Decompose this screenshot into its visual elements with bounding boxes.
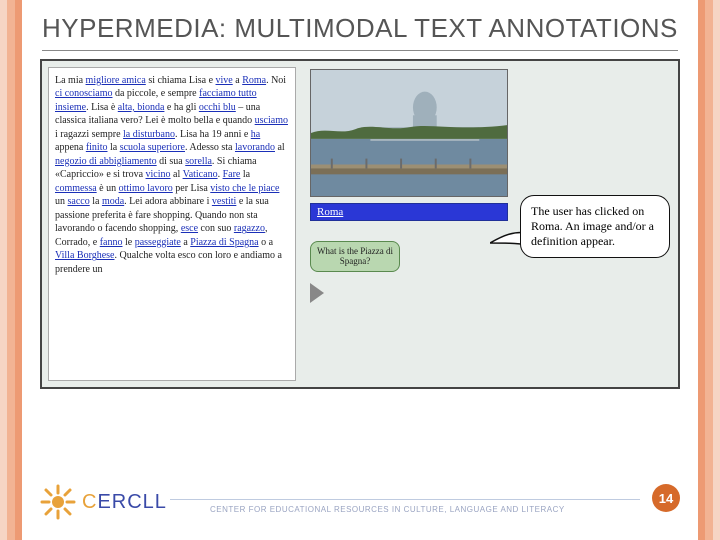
footer-divider	[170, 499, 640, 500]
footer-org-text: CENTER FOR EDUCATIONAL RESOURCES IN CULT…	[210, 505, 565, 514]
glossed-term[interactable]: esce	[181, 223, 198, 234]
glossed-term[interactable]: sorella	[185, 156, 212, 167]
logo-text: CERCLL	[82, 491, 167, 514]
slide-title: HYPERMEDIA: MULTIMODAL TEXT ANNOTATIONS	[22, 0, 698, 48]
content-panel: La mia migliore amica si chiama Lisa e v…	[40, 59, 680, 389]
decorative-stripes-right	[698, 0, 720, 540]
glossed-term[interactable]: ottimo lavoro	[119, 183, 173, 194]
annotation-label-bar[interactable]: Roma	[310, 203, 508, 221]
glossed-term[interactable]: moda	[102, 196, 124, 207]
glossed-term[interactable]: vicino	[146, 169, 171, 180]
glossed-term[interactable]: Vaticano	[183, 169, 218, 180]
glossed-term[interactable]: usciamo	[255, 115, 288, 126]
glossed-term[interactable]: Fare	[223, 169, 241, 180]
passage-text: La mia migliore amica si chiama Lisa e v…	[48, 67, 296, 381]
glossed-term[interactable]: ha	[251, 129, 260, 140]
glossed-term[interactable]: scuola superiore	[120, 142, 185, 153]
glossed-term[interactable]: occhi blu	[199, 102, 236, 113]
glossed-term[interactable]: ragazzo	[234, 223, 265, 234]
glossed-term[interactable]: la disturbano	[123, 129, 175, 140]
glossed-term[interactable]: migliore amica	[86, 75, 146, 86]
sun-icon	[40, 484, 76, 520]
glossed-term[interactable]: Roma	[242, 75, 266, 86]
glossed-term[interactable]: Piazza di Spagna	[190, 237, 258, 248]
play-arrow-icon[interactable]	[310, 283, 324, 303]
glossed-term[interactable]: vive	[216, 75, 233, 86]
slide: HYPERMEDIA: MULTIMODAL TEXT ANNOTATIONS …	[0, 0, 720, 540]
quiz-button[interactable]: What is the Piazza di Spagna?	[310, 241, 400, 272]
decorative-stripes-left	[0, 0, 22, 540]
glossed-term[interactable]: commessa	[55, 183, 97, 194]
glossed-term[interactable]: negozio di abbigliamento	[55, 156, 157, 167]
annotation-image	[310, 69, 508, 197]
glossed-term[interactable]: alta, bionda	[118, 102, 165, 113]
glossed-term[interactable]: passeggiate	[135, 237, 181, 248]
explanation-callout: The user has clicked on Roma. An image a…	[520, 195, 670, 258]
glossed-term[interactable]: fanno	[100, 237, 123, 248]
logo: CERCLL	[40, 484, 167, 520]
footer: CERCLL CENTER FOR EDUCATIONAL RESOURCES …	[40, 470, 680, 526]
glossed-term[interactable]: ci conosciamo	[55, 88, 112, 99]
glossed-term[interactable]: sacco	[68, 196, 90, 207]
glossed-term[interactable]: visto che le piace	[210, 183, 279, 194]
glossed-term[interactable]: vestiti	[212, 196, 236, 207]
title-underline	[42, 50, 678, 51]
glossed-term[interactable]: Villa Borghese	[55, 250, 114, 261]
page-number-badge: 14	[652, 484, 680, 512]
glossed-term[interactable]: finito	[86, 142, 108, 153]
glossed-term[interactable]: lavorando	[235, 142, 275, 153]
